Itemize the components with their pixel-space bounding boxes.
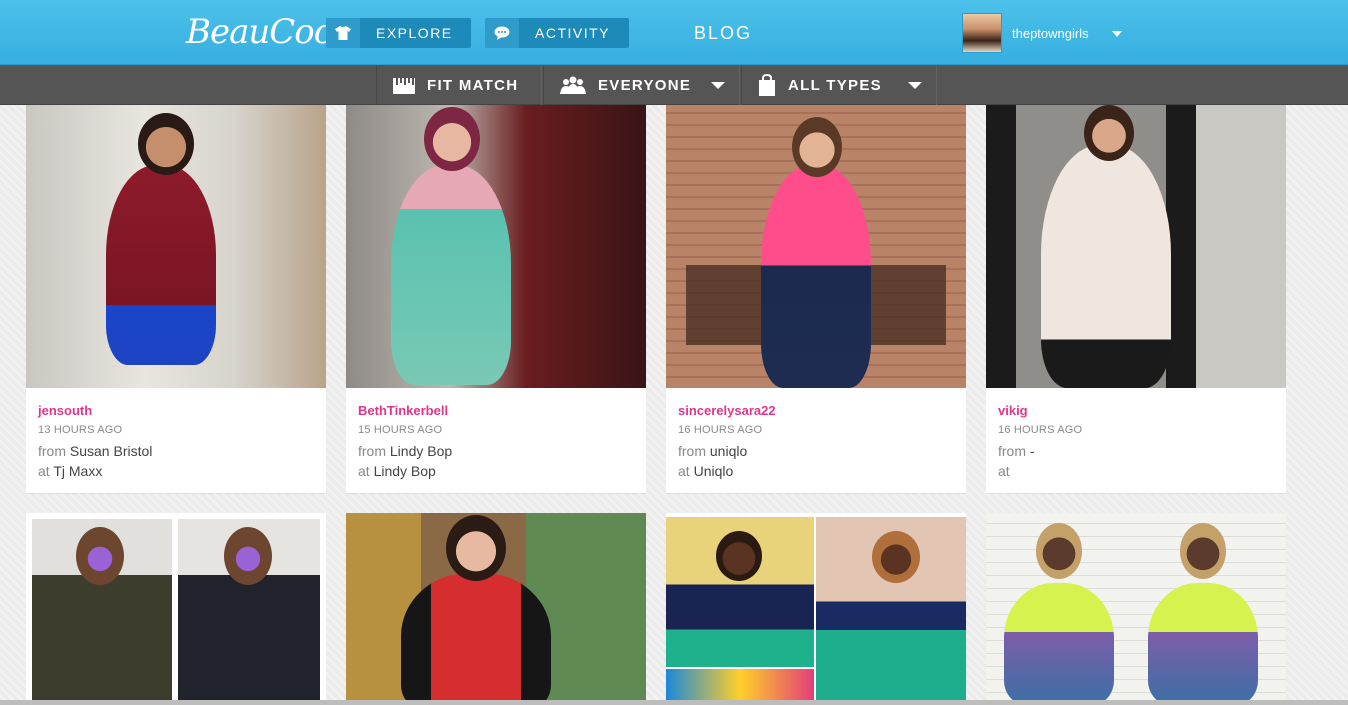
activity-button[interactable]: ACTIVITY [485, 18, 630, 48]
outfit-photo[interactable] [986, 513, 1286, 705]
post-card[interactable]: vikig 16 HOURS AGO from - at [986, 105, 1286, 493]
post-username[interactable]: sincerelysara22 [678, 403, 958, 418]
all-types-filter[interactable]: ALL TYPES [741, 65, 937, 105]
activity-label: ACTIVITY [535, 25, 611, 41]
outfit-photo[interactable] [346, 513, 646, 705]
at-label: at [358, 463, 370, 479]
outfit-photo[interactable] [666, 105, 966, 388]
outfit-photo[interactable] [26, 105, 326, 388]
post-card[interactable]: jensouth 13 HOURS AGO from Susan Bristol… [26, 105, 326, 493]
post-meta: vikig 16 HOURS AGO from - at [998, 403, 1278, 479]
at-label: at [38, 463, 50, 479]
caret-down-icon[interactable] [1112, 31, 1122, 37]
from-brand[interactable]: uniqlo [710, 443, 747, 459]
from-brand[interactable]: - [1030, 443, 1035, 459]
blog-link[interactable]: BLOG [694, 23, 752, 44]
everyone-filter[interactable]: EVERYONE [543, 65, 740, 105]
beaucoo-logo[interactable]: BeauCoo [186, 12, 334, 52]
user-avatar[interactable] [962, 13, 1002, 53]
post-username[interactable]: jensouth [38, 403, 318, 418]
from-brand[interactable]: Susan Bristol [70, 443, 152, 459]
username-label[interactable]: theptowngirls [1012, 26, 1089, 41]
from-label: from [38, 443, 66, 459]
post-time: 16 HOURS AGO [998, 424, 1083, 436]
speech-bubble-icon [485, 18, 519, 48]
outfit-photo[interactable] [666, 513, 966, 705]
post-card[interactable] [666, 513, 966, 705]
post-card[interactable] [986, 513, 1286, 705]
post-from: from - [998, 443, 1278, 459]
top-header: BeauCoo EXPLORE ACTIVITY BLOG theptowngi… [0, 0, 1348, 65]
fit-match-filter[interactable]: FIT MATCH [376, 65, 542, 105]
post-from: from Susan Bristol [38, 443, 318, 459]
post-username[interactable]: vikig [998, 403, 1278, 418]
from-label: from [678, 443, 706, 459]
outfit-photo[interactable] [346, 105, 646, 388]
post-at: at [998, 463, 1278, 479]
at-store[interactable]: Tj Maxx [53, 463, 102, 479]
from-label: from [998, 443, 1026, 459]
post-card[interactable] [346, 513, 646, 705]
post-meta: sincerelysara22 16 HOURS AGO from uniqlo… [678, 403, 958, 479]
post-at: at Tj Maxx [38, 463, 318, 479]
caret-down-icon [711, 81, 725, 89]
fit-match-label: FIT MATCH [427, 76, 519, 94]
from-label: from [358, 443, 386, 459]
all-types-label: ALL TYPES [788, 76, 882, 94]
everyone-label: EVERYONE [598, 76, 692, 94]
post-at: at Uniqlo [678, 463, 958, 479]
post-from: from Lindy Bop [358, 443, 638, 459]
post-meta: jensouth 13 HOURS AGO from Susan Bristol… [38, 403, 318, 479]
shopping-bag-icon [758, 74, 776, 96]
post-username[interactable]: BethTinkerbell [358, 403, 638, 418]
at-label: at [998, 463, 1010, 479]
at-label: at [678, 463, 690, 479]
outfit-photo[interactable] [26, 513, 326, 705]
post-from: from uniqlo [678, 443, 958, 459]
filter-bar: FIT MATCH EVERYONE ALL TYPES [0, 65, 1348, 105]
post-time: 16 HOURS AGO [678, 424, 763, 436]
shirt-icon [326, 18, 360, 48]
post-card[interactable]: BethTinkerbell 15 HOURS AGO from Lindy B… [346, 105, 646, 493]
outfit-photo[interactable] [986, 105, 1286, 388]
bottom-divider [0, 700, 1348, 705]
at-store[interactable]: Lindy Bop [374, 463, 436, 479]
post-time: 13 HOURS AGO [38, 424, 123, 436]
explore-button[interactable]: EXPLORE [326, 18, 471, 48]
post-meta: BethTinkerbell 15 HOURS AGO from Lindy B… [358, 403, 638, 479]
post-at: at Lindy Bop [358, 463, 638, 479]
caret-down-icon [908, 81, 922, 89]
ruler-icon [393, 76, 415, 94]
post-time: 15 HOURS AGO [358, 424, 443, 436]
from-brand[interactable]: Lindy Bop [390, 443, 452, 459]
people-icon [560, 76, 586, 94]
post-card[interactable]: sincerelysara22 16 HOURS AGO from uniqlo… [666, 105, 966, 493]
at-store[interactable]: Uniqlo [694, 463, 734, 479]
post-card[interactable] [26, 513, 326, 705]
explore-label: EXPLORE [376, 25, 453, 41]
